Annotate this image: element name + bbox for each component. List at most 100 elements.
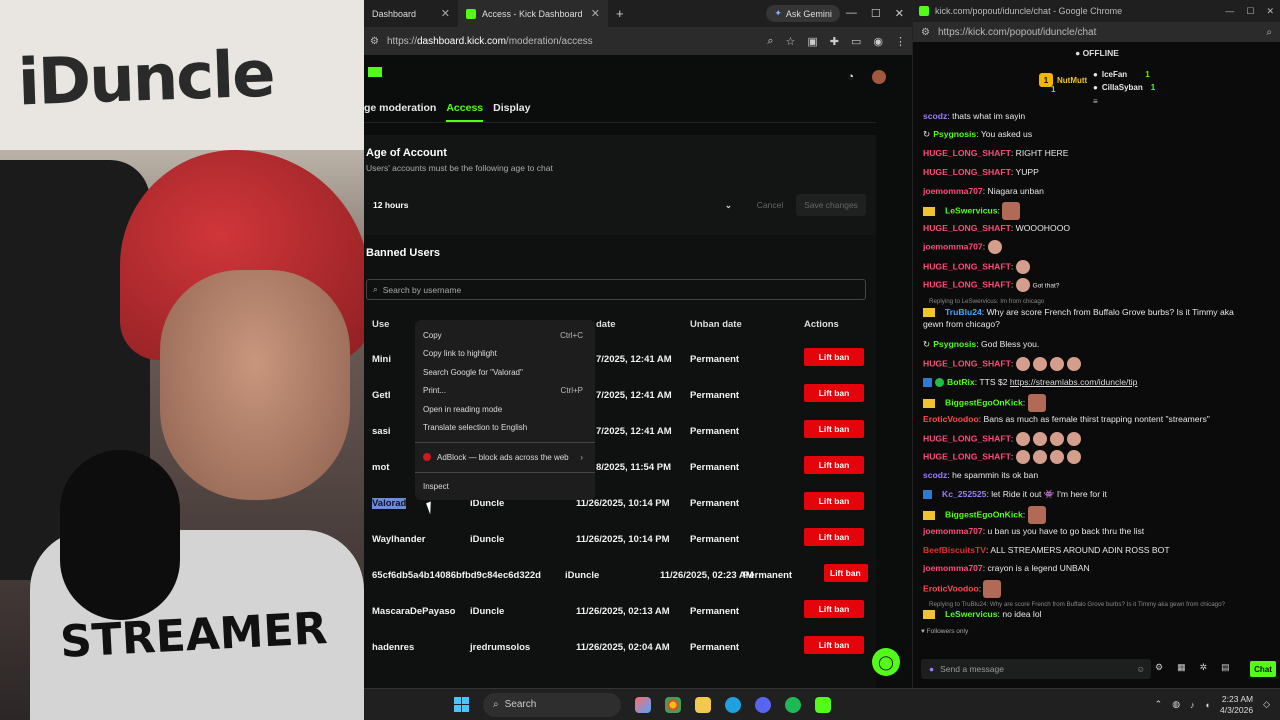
leaderboard-entry[interactable]: 1 NutMutt <box>1039 73 1087 87</box>
menu-item-reading-mode[interactable]: Open in reading mode <box>415 400 595 419</box>
zoom-icon[interactable]: ⌕ <box>767 35 773 48</box>
chat-username[interactable]: BiggestEgoOnKick <box>945 509 1023 519</box>
chat-link[interactable]: https://streamlabs.com/iduncle/tip <box>1010 377 1138 387</box>
gift-icon[interactable]: ▤ <box>1221 662 1230 673</box>
account-age-select[interactable]: 12 hours ⌄ <box>366 194 738 216</box>
chat-username[interactable]: BiggestEgoOnKick <box>945 397 1023 407</box>
chat-url-text[interactable]: https://kick.com/popout/iduncle/chat <box>938 27 1258 38</box>
row-user[interactable]: sasi <box>372 426 391 437</box>
chat-username[interactable]: joemomma707 <box>923 186 983 196</box>
taskbar-clock[interactable]: 2:23 AM 4/3/2026 <box>1220 694 1253 716</box>
lift-ban-button[interactable]: Lift ban <box>804 384 864 402</box>
volume-icon[interactable]: ◖ <box>1205 700 1210 710</box>
tab-access[interactable]: Access - Kick Dashboard ✕ <box>458 0 608 27</box>
lift-ban-button[interactable]: Lift ban <box>824 564 868 582</box>
search-input[interactable]: ⌕ Search by username <box>366 279 866 300</box>
avatar[interactable] <box>872 70 886 84</box>
site-info-icon[interactable]: ⚙ <box>921 27 930 38</box>
chat-username[interactable]: Psygnosis <box>933 339 976 349</box>
lift-ban-button[interactable]: Lift ban <box>804 420 864 438</box>
gear-icon[interactable]: ✲ <box>1200 662 1208 673</box>
chat-username[interactable]: joemomma707 <box>923 563 983 573</box>
notifications-icon[interactable]: ◇ <box>1263 699 1270 710</box>
spotify-icon[interactable] <box>785 696 801 713</box>
tab-access[interactable]: Access <box>446 102 484 122</box>
chat-username[interactable]: EroticVoodoo <box>923 583 979 593</box>
chat-username[interactable]: HUGE_LONG_SHAFT <box>923 261 1011 271</box>
lift-ban-button[interactable]: Lift ban <box>804 636 864 654</box>
new-tab-icon[interactable]: + <box>616 6 624 21</box>
leaderboard-entry[interactable]: ● IceFan 1 <box>1093 70 1150 79</box>
chat-username[interactable]: HUGE_LONG_SHAFT <box>923 433 1011 443</box>
help-icon[interactable]: ◔ <box>847 71 854 83</box>
chat-username[interactable]: scodz <box>923 470 947 480</box>
lift-ban-button[interactable]: Lift ban <box>804 492 864 510</box>
maximize-icon[interactable]: ☐ <box>1246 6 1254 17</box>
chat-username[interactable]: joemomma707 <box>923 526 983 536</box>
kick-app-icon[interactable] <box>815 696 831 713</box>
menu-item-print[interactable]: Print... Ctrl+P <box>415 382 595 401</box>
file-explorer-icon[interactable] <box>695 696 711 713</box>
network-icon[interactable]: ◍ <box>1172 699 1180 710</box>
chat-username[interactable]: HUGE_LONG_SHAFT <box>923 148 1011 158</box>
chrome-icon[interactable] <box>665 696 681 713</box>
taskbar-search[interactable]: ⌕ Search <box>483 692 621 717</box>
menu-item-copy-link[interactable]: Copy link to highlight <box>415 345 595 364</box>
expand-icon[interactable]: ≡ <box>1093 97 1098 106</box>
menu-item-copy[interactable]: Copy Ctrl+C <box>415 326 595 345</box>
row-user[interactable]: 65cf6db5a4b14086bfbd9c84ec6d322d <box>372 570 541 581</box>
row-user[interactable]: Waylhander <box>372 534 426 545</box>
chat-username[interactable]: Kc_252525 <box>942 489 986 499</box>
close-window-icon[interactable]: ✕ <box>1266 6 1274 17</box>
chat-username[interactable]: joemomma707 <box>923 241 983 251</box>
kick-logo-icon[interactable] <box>368 67 382 77</box>
menu-item-adblock[interactable]: AdBlock — block ads across the web › <box>415 448 595 467</box>
row-user[interactable]: hadenres <box>372 642 414 653</box>
lift-ban-button[interactable]: Lift ban <box>804 456 864 474</box>
save-changes-button[interactable]: Save changes <box>796 194 866 216</box>
close-tab-icon[interactable]: ✕ <box>441 7 450 20</box>
minimize-icon[interactable]: — <box>846 7 857 20</box>
emoji-icon[interactable]: ☺ <box>1136 664 1145 674</box>
chat-settings-icon[interactable]: ⚙ <box>1155 662 1163 673</box>
url-text[interactable]: https://dashboard.kick.com/moderation/ac… <box>387 36 759 47</box>
copilot-icon[interactable] <box>635 696 651 713</box>
row-user[interactable]: mot <box>372 462 389 473</box>
chat-username[interactable]: HUGE_LONG_SHAFT <box>923 279 1011 289</box>
address-bar[interactable]: ⚙ https://dashboard.kick.com/moderation/… <box>364 27 912 55</box>
bookmark-star-icon[interactable]: ☆ <box>785 35 795 48</box>
lift-ban-button[interactable]: Lift ban <box>804 528 864 546</box>
extension-icon[interactable]: ▣ <box>807 35 817 48</box>
support-chat-icon[interactable]: ◯ <box>872 648 900 676</box>
row-user[interactable]: MascaraDePayaso <box>372 606 455 617</box>
lift-ban-button[interactable]: Lift ban <box>804 600 864 618</box>
mic-icon[interactable]: ● <box>929 664 934 674</box>
chat-username[interactable]: TruBlu24 <box>945 307 982 317</box>
chat-username[interactable]: BotRix <box>947 377 975 387</box>
chat-username[interactable]: HUGE_LONG_SHAFT <box>923 358 1011 368</box>
chat-username[interactable]: HUGE_LONG_SHAFT <box>923 223 1011 233</box>
chat-username[interactable]: LeSwervicus <box>945 609 998 619</box>
menu-kebab-icon[interactable]: ⋮ <box>895 35 906 48</box>
site-info-icon[interactable]: ⚙ <box>370 36 379 47</box>
zoom-icon[interactable]: ⌕ <box>1266 27 1272 38</box>
chat-username[interactable]: HUGE_LONG_SHAFT <box>923 451 1011 461</box>
chat-username[interactable]: HUGE_LONG_SHAFT <box>923 167 1011 177</box>
cast-icon[interactable]: ▭ <box>851 35 861 48</box>
calendar-icon[interactable]: ▦ <box>1177 662 1186 673</box>
minimize-icon[interactable]: — <box>1225 6 1234 17</box>
chat-username[interactable]: Psygnosis <box>933 129 976 139</box>
menu-item-search-google[interactable]: Search Google for "Valorad" <box>415 363 595 382</box>
close-tab-icon[interactable]: ✕ <box>591 7 600 20</box>
menu-item-inspect[interactable]: Inspect <box>415 478 595 497</box>
menu-item-translate[interactable]: Translate selection to English <box>415 419 595 438</box>
windows-start-icon[interactable] <box>454 697 469 712</box>
edge-icon[interactable] <box>725 696 741 713</box>
chat-message-input[interactable]: ● Send a message ☺ <box>921 659 1151 679</box>
chat-username[interactable]: scodz <box>923 111 947 121</box>
extensions-puzzle-icon[interactable]: ✚ <box>830 35 839 48</box>
chat-address-bar[interactable]: ⚙ https://kick.com/popout/iduncle/chat ⌕ <box>913 22 1280 42</box>
tray-chevron-icon[interactable]: ⌃ <box>1155 699 1163 710</box>
cancel-button[interactable]: Cancel <box>748 194 792 216</box>
close-window-icon[interactable]: ✕ <box>895 7 904 20</box>
